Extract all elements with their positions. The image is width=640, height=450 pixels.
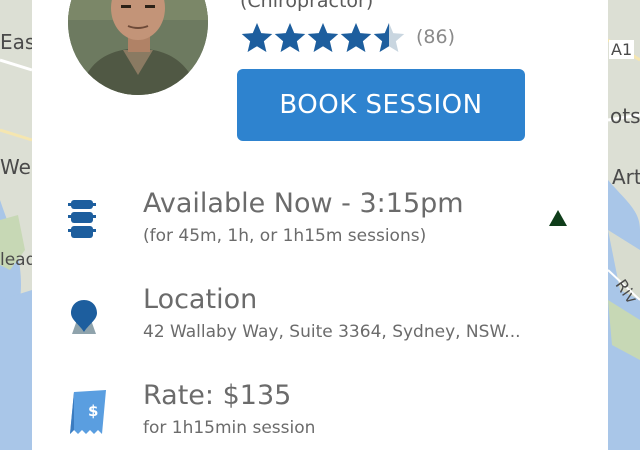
availability-row[interactable]: Available Now - 3:15pm (for 45m, 1h, or … [32, 186, 608, 256]
availability-detail: (for 45m, 1h, or 1h15m sessions) [143, 226, 427, 246]
map-label: Eas [0, 30, 36, 54]
map-label: We [0, 155, 31, 179]
map-label: A1 [609, 40, 635, 59]
star-filled-icon [307, 23, 339, 52]
star-filled-icon [241, 23, 273, 52]
profile-photo [68, 0, 208, 95]
map-label: lead [0, 250, 37, 270]
location-pin-icon [68, 298, 100, 338]
location-row[interactable]: Location 42 Wallaby Way, Suite 3364, Syd… [32, 282, 608, 352]
map-label: Arta [612, 165, 640, 189]
location-address: 42 Wallaby Way, Suite 3364, Sydney, NSW.… [143, 322, 521, 342]
price-tag-icon: $ [68, 390, 108, 440]
location-title: Location [143, 284, 258, 315]
map-label: otsw [610, 104, 640, 128]
rate-title: Rate: $135 [143, 380, 292, 411]
star-rating [240, 22, 410, 54]
book-session-button[interactable]: BOOK SESSION [237, 69, 525, 141]
avatar [68, 0, 208, 95]
rate-detail: for 1h15min session [143, 418, 316, 438]
availability-title: Available Now - 3:15pm [143, 188, 464, 219]
provider-specialty: (Chiropractor) [240, 0, 374, 12]
review-count[interactable]: (86) [416, 26, 455, 48]
triangle-up-icon[interactable] [549, 210, 567, 230]
rate-row[interactable]: $ Rate: $135 for 1h15min session [32, 378, 608, 448]
svg-text:$: $ [88, 402, 98, 420]
star-filled-icon [274, 23, 306, 52]
star-rating-graphic [241, 23, 405, 52]
provider-card: (Chiropractor) (86) BOOK SESSION Availab… [32, 0, 608, 450]
star-filled-icon [340, 23, 372, 52]
spine-icon [68, 200, 96, 244]
